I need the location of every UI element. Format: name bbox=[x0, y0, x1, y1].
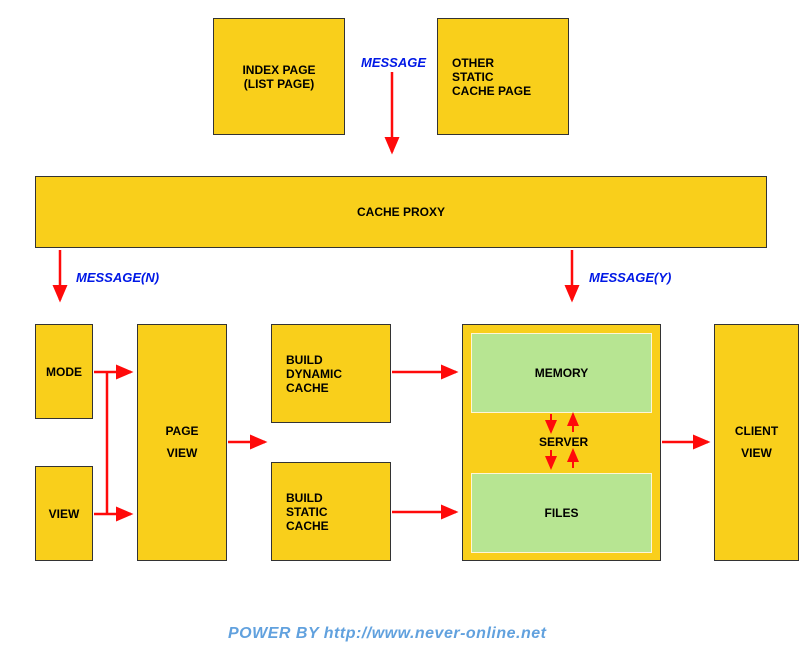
box-cache-proxy: CACHE PROXY bbox=[35, 176, 767, 248]
box-other-static: OTHER STATIC CACHE PAGE bbox=[437, 18, 569, 135]
footer-credit: POWER BY http://www.never-online.net bbox=[228, 625, 546, 643]
box-files: FILES bbox=[471, 473, 652, 553]
box-other-static-label: OTHER STATIC CACHE PAGE bbox=[452, 56, 532, 98]
box-page-view: PAGE VIEW bbox=[137, 324, 227, 561]
box-view: VIEW bbox=[35, 466, 93, 561]
box-build-dynamic: BUILD DYNAMIC CACHE bbox=[271, 324, 391, 423]
box-mode-label: MODE bbox=[46, 365, 82, 379]
box-memory: MEMORY bbox=[471, 333, 652, 413]
box-server-label: SERVER bbox=[539, 435, 588, 449]
box-index-page: INDEX PAGE (LIST PAGE) bbox=[213, 18, 345, 135]
box-page-view-label: PAGE VIEW bbox=[152, 421, 212, 464]
box-view-label: VIEW bbox=[49, 507, 80, 521]
box-index-page-label: INDEX PAGE (LIST PAGE) bbox=[242, 63, 315, 91]
label-message-n: MESSAGE(N) bbox=[76, 270, 159, 285]
box-memory-label: MEMORY bbox=[535, 366, 589, 380]
box-build-static-label: BUILD STATIC CACHE bbox=[286, 491, 356, 533]
box-build-dynamic-label: BUILD DYNAMIC CACHE bbox=[286, 353, 366, 395]
box-files-label: FILES bbox=[544, 506, 578, 520]
box-server-container: MEMORY SERVER FILES bbox=[462, 324, 661, 561]
box-build-static: BUILD STATIC CACHE bbox=[271, 462, 391, 561]
label-message-y: MESSAGE(Y) bbox=[589, 270, 671, 285]
box-mode: MODE bbox=[35, 324, 93, 419]
arrows-layer bbox=[0, 0, 800, 667]
box-client-view: CLIENT VIEW bbox=[714, 324, 799, 561]
label-message: MESSAGE bbox=[361, 55, 426, 70]
box-cache-proxy-label: CACHE PROXY bbox=[357, 205, 445, 219]
box-client-view-label: CLIENT VIEW bbox=[727, 421, 787, 464]
